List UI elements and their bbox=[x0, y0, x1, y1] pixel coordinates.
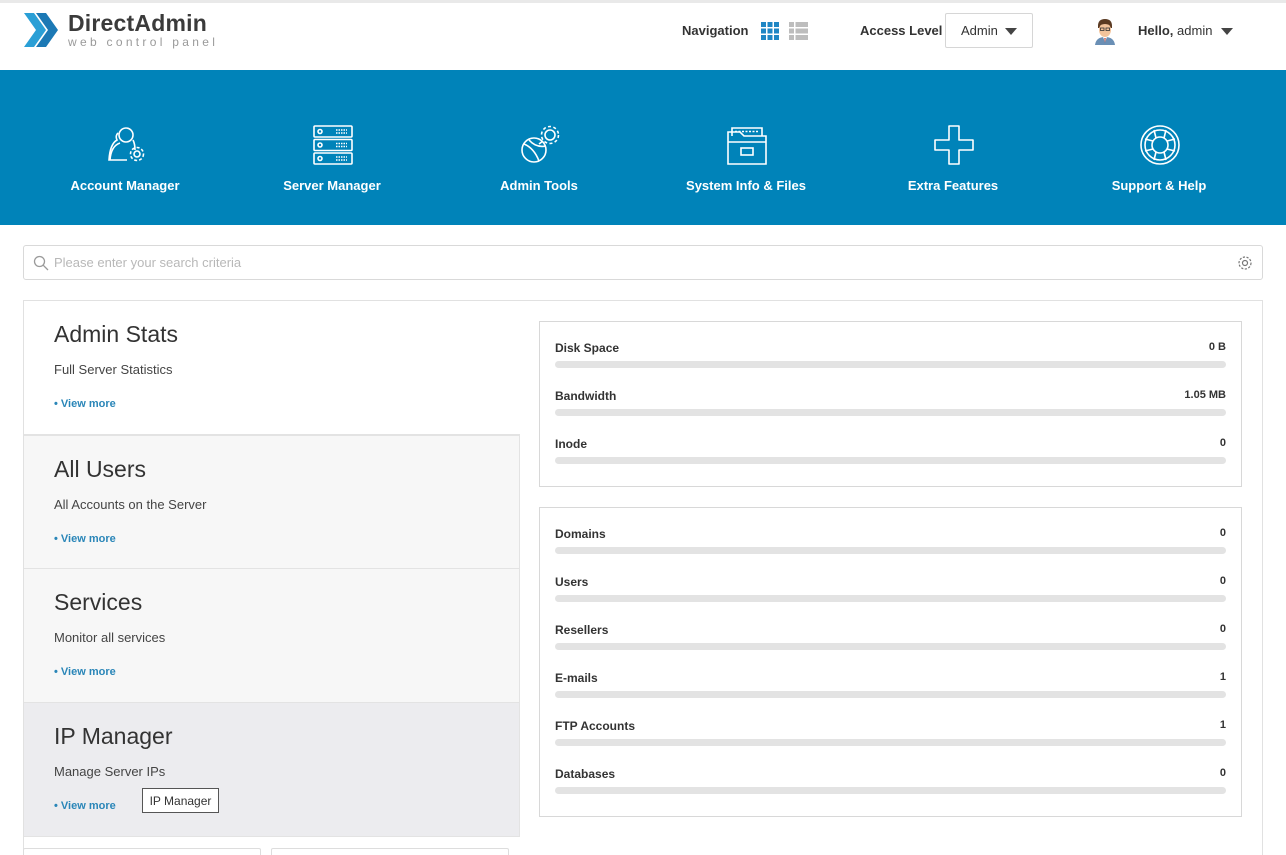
progress-track bbox=[555, 409, 1226, 416]
stat-value: 0 bbox=[1219, 527, 1226, 539]
stat-label: Resellers bbox=[555, 623, 609, 637]
stat-label: FTP Accounts bbox=[555, 719, 636, 733]
card-title: Services bbox=[54, 589, 143, 615]
stat-row-ftp-accounts: FTP Accounts 1 bbox=[555, 719, 1226, 767]
access-level-dropdown[interactable]: Admin bbox=[945, 13, 1033, 48]
menu-label-support-help: Support & Help bbox=[1111, 178, 1207, 193]
stat-label: E-mails bbox=[555, 671, 598, 685]
menu-label-admin-tools: Admin Tools bbox=[500, 178, 578, 193]
stat-row-inode: Inode 0 bbox=[555, 437, 1226, 485]
search-input[interactable] bbox=[54, 246, 1234, 279]
progress-track bbox=[555, 547, 1226, 554]
username: admin bbox=[1177, 23, 1213, 38]
menu-item-account-manager[interactable]: Account Manager bbox=[22, 70, 228, 225]
stat-value: 1.05 MB bbox=[1184, 389, 1226, 401]
stat-row-users: Users 0 bbox=[555, 575, 1226, 623]
stat-row-disk-space: Disk Space 0 B bbox=[555, 341, 1226, 389]
list-view-icon[interactable] bbox=[789, 22, 808, 40]
card-title: All Users bbox=[54, 456, 147, 482]
search-icon bbox=[33, 255, 49, 271]
card-title: IP Manager bbox=[54, 723, 173, 749]
card-ip-manager[interactable]: IP Manager Manage Server IPs • View more bbox=[24, 703, 520, 837]
menu-label-system-info-files: System Info & Files bbox=[686, 178, 806, 193]
bottom-card-right[interactable] bbox=[271, 848, 509, 855]
card-description: Manage Server IPs bbox=[54, 764, 166, 779]
card-description: All Accounts on the Server bbox=[54, 497, 207, 512]
menu-item-server-manager[interactable]: Server Manager bbox=[229, 70, 435, 225]
usage-stats-panel: Disk Space 0 B Bandwidth 1.05 MB Inode 0 bbox=[539, 321, 1242, 487]
user-avatar[interactable] bbox=[1094, 17, 1116, 45]
access-level-label: Access Level bbox=[860, 23, 943, 38]
logo-title: DirectAdmin bbox=[68, 10, 207, 36]
stat-row-databases: Databases 0 bbox=[555, 767, 1226, 815]
gear-icon[interactable] bbox=[1237, 255, 1253, 271]
stat-value: 1 bbox=[1219, 671, 1226, 683]
admin-tools-icon bbox=[521, 125, 560, 163]
stat-value: 0 bbox=[1219, 437, 1226, 449]
support-help-icon bbox=[1140, 125, 1180, 165]
stat-label: Databases bbox=[555, 767, 616, 781]
card-description: Full Server Statistics bbox=[54, 362, 173, 377]
stat-value: 0 bbox=[1219, 767, 1226, 779]
progress-track bbox=[555, 691, 1226, 698]
menu-item-system-info-files[interactable]: System Info & Files bbox=[643, 70, 849, 225]
stat-value: 0 B bbox=[1208, 341, 1226, 353]
view-more-link[interactable]: • View more bbox=[54, 666, 116, 678]
account-manager-icon bbox=[108, 127, 145, 162]
card-admin-stats[interactable]: Admin Stats Full Server Statistics • Vie… bbox=[24, 301, 520, 435]
menu-label-account-manager: Account Manager bbox=[70, 178, 180, 193]
directadmin-logo[interactable]: DirectAdmin web control panel bbox=[22, 9, 218, 51]
stat-label: Inode bbox=[555, 437, 587, 451]
server-manager-icon bbox=[313, 125, 353, 165]
menu-label-extra-features: Extra Features bbox=[907, 178, 999, 193]
user-menu-chevron-down-icon[interactable] bbox=[1221, 28, 1233, 35]
grid-view-icon[interactable] bbox=[761, 22, 779, 40]
menu-label-server-manager: Server Manager bbox=[283, 178, 381, 193]
stat-label: Bandwidth bbox=[555, 389, 617, 403]
search-bar bbox=[23, 245, 1263, 280]
bottom-card-left[interactable] bbox=[23, 848, 261, 855]
progress-track bbox=[555, 643, 1226, 650]
progress-track bbox=[555, 361, 1226, 368]
stat-value: 1 bbox=[1219, 719, 1226, 731]
ip-manager-tooltip: IP Manager bbox=[142, 788, 219, 813]
stat-value: 0 bbox=[1219, 575, 1226, 587]
access-level-value: Admin bbox=[961, 23, 998, 38]
stat-row-resellers: Resellers 0 bbox=[555, 623, 1226, 671]
card-all-users[interactable]: All Users All Accounts on the Server • V… bbox=[24, 435, 520, 569]
progress-track bbox=[555, 457, 1226, 464]
stat-row-emails: E-mails 1 bbox=[555, 671, 1226, 719]
menu-item-admin-tools[interactable]: Admin Tools bbox=[436, 70, 642, 225]
menu-item-support-help[interactable]: Support & Help bbox=[1056, 70, 1262, 225]
navigation-label: Navigation bbox=[682, 23, 749, 38]
user-greeting[interactable]: Hello, admin bbox=[1138, 23, 1212, 38]
stat-row-bandwidth: Bandwidth 1.05 MB bbox=[555, 389, 1226, 437]
stat-value: 0 bbox=[1219, 623, 1226, 635]
progress-track bbox=[555, 595, 1226, 602]
logo-chevrons-icon bbox=[24, 13, 58, 47]
greeting-prefix: Hello, bbox=[1138, 23, 1174, 38]
logo-subtitle: web control panel bbox=[68, 35, 219, 49]
system-info-files-icon bbox=[727, 127, 767, 165]
view-more-link[interactable]: • View more bbox=[54, 398, 116, 410]
stat-row-domains: Domains 0 bbox=[555, 527, 1226, 575]
stat-label: Users bbox=[555, 575, 589, 589]
card-services[interactable]: Services Monitor all services • View mor… bbox=[24, 569, 520, 703]
progress-track bbox=[555, 787, 1226, 794]
menu-item-extra-features[interactable]: Extra Features bbox=[850, 70, 1056, 225]
top-header: DirectAdmin web control panel Navigation… bbox=[0, 0, 1286, 70]
chevron-down-icon bbox=[1005, 28, 1017, 35]
view-more-link[interactable]: • View more bbox=[54, 800, 116, 812]
card-title: Admin Stats bbox=[54, 321, 178, 347]
count-stats-panel: Domains 0 Users 0 Resellers 0 E-mails 1 … bbox=[539, 507, 1242, 817]
view-more-link[interactable]: • View more bbox=[54, 533, 116, 545]
card-description: Monitor all services bbox=[54, 630, 166, 645]
progress-track bbox=[555, 739, 1226, 746]
extra-features-icon bbox=[934, 125, 974, 165]
stat-label: Domains bbox=[555, 527, 606, 541]
main-menu-bar: Account Manager Server Manager Admin Too… bbox=[0, 70, 1286, 225]
stat-label: Disk Space bbox=[555, 341, 620, 355]
